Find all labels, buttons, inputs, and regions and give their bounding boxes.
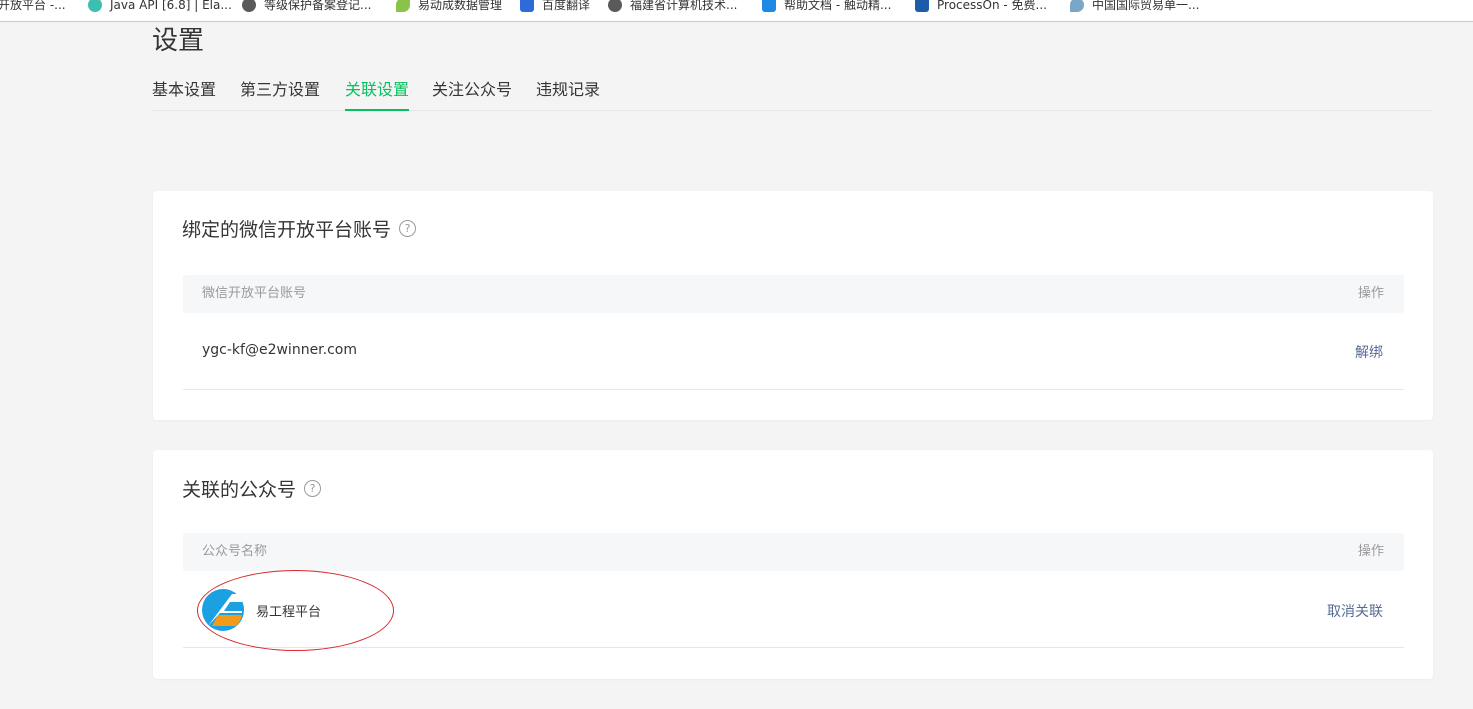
tab-basic-settings[interactable]: 基本设置 <box>152 80 216 111</box>
open-platform-table-header: 微信开放平台账号 操作 <box>183 275 1404 313</box>
column-header-account: 微信开放平台账号 <box>202 286 307 301</box>
translate-icon <box>520 0 534 12</box>
column-header-action: 操作 <box>1357 286 1384 301</box>
bookmark-item[interactable]: 中国国际贸易单一... <box>1070 0 1199 13</box>
processon-icon <box>915 0 929 12</box>
bookmark-label: 开放平台 -... <box>0 0 66 12</box>
bookmark-item[interactable]: 开放平台 -... <box>0 0 66 13</box>
location-pin-icon <box>1070 0 1084 12</box>
open-platform-title-text: 绑定的微信开放平台账号 <box>182 219 392 241</box>
cancel-association-link[interactable]: 取消关联 <box>1327 601 1383 621</box>
official-accounts-card: 关联的公众号 ? 公众号名称 操作 易工程平台 取消关联 <box>153 450 1433 679</box>
bookmark-item[interactable]: 易动成数据管理 <box>396 0 502 13</box>
bookmark-label: 易动成数据管理 <box>418 0 503 12</box>
tab-association-settings[interactable]: 关联设置 <box>345 80 410 111</box>
leaf-icon <box>396 0 410 12</box>
bookmark-label: 帮助文档 - 触动精... <box>784 0 892 12</box>
bookmark-item[interactable]: Java API [6.8] | Ela... <box>88 0 232 13</box>
help-doc-icon <box>762 0 776 12</box>
bookmark-item[interactable]: 福建省计算机技术... <box>608 0 737 13</box>
globe-icon <box>608 0 622 12</box>
account-email: ygc-kf@e2winner.com <box>202 342 357 358</box>
column-header-action: 操作 <box>1357 544 1384 559</box>
bookmark-label: ProcessOn - 免费... <box>937 0 1047 12</box>
bookmark-label: 百度翻译 <box>542 0 591 12</box>
bookmark-item[interactable]: 帮助文档 - 触动精... <box>762 0 891 13</box>
bookmark-label: Java API [6.8] | Ela... <box>110 0 232 12</box>
official-accounts-table-header: 公众号名称 操作 <box>183 533 1404 571</box>
column-header-account-name: 公众号名称 <box>202 544 268 559</box>
globe-icon <box>242 0 256 12</box>
bookmark-label: 等级保护备案登记... <box>264 0 372 12</box>
official-accounts-title: 关联的公众号 ? <box>182 475 322 502</box>
unbind-link[interactable]: 解绑 <box>1355 342 1383 362</box>
open-platform-card: 绑定的微信开放平台账号 ? 微信开放平台账号 操作 ygc-kf@e2winne… <box>153 191 1433 420</box>
bookmark-favicon-icon <box>88 0 102 12</box>
help-icon[interactable]: ? <box>304 480 322 497</box>
bookmark-item[interactable]: 百度翻译 <box>520 0 590 13</box>
tab-follow-official-account[interactable]: 关注公众号 <box>432 80 512 111</box>
bookmark-label: 福建省计算机技术... <box>630 0 738 12</box>
help-icon[interactable]: ? <box>399 220 417 237</box>
tab-third-party-settings[interactable]: 第三方设置 <box>240 80 320 111</box>
page-title: 设置 <box>152 26 205 56</box>
table-row: ygc-kf@e2winner.com 解绑 <box>183 313 1404 390</box>
tab-violation-records[interactable]: 违规记录 <box>536 80 600 111</box>
table-row: 易工程平台 取消关联 <box>183 571 1404 648</box>
bookmark-label: 中国国际贸易单一... <box>1092 0 1200 12</box>
open-platform-title: 绑定的微信开放平台账号 ? <box>182 215 417 242</box>
official-accounts-title-text: 关联的公众号 <box>182 479 297 501</box>
bookmark-item[interactable]: ProcessOn - 免费... <box>915 0 1047 13</box>
bookmarks-bar: 开放平台 -... Java API [6.8] | Ela... 等级保护备案… <box>0 0 1473 22</box>
bookmark-item[interactable]: 等级保护备案登记... <box>242 0 371 13</box>
account-logo-icon <box>202 589 244 631</box>
settings-tabs: 基本设置 第三方设置 关联设置 关注公众号 违规记录 <box>152 70 1433 111</box>
account-name: 易工程平台 <box>256 605 322 620</box>
